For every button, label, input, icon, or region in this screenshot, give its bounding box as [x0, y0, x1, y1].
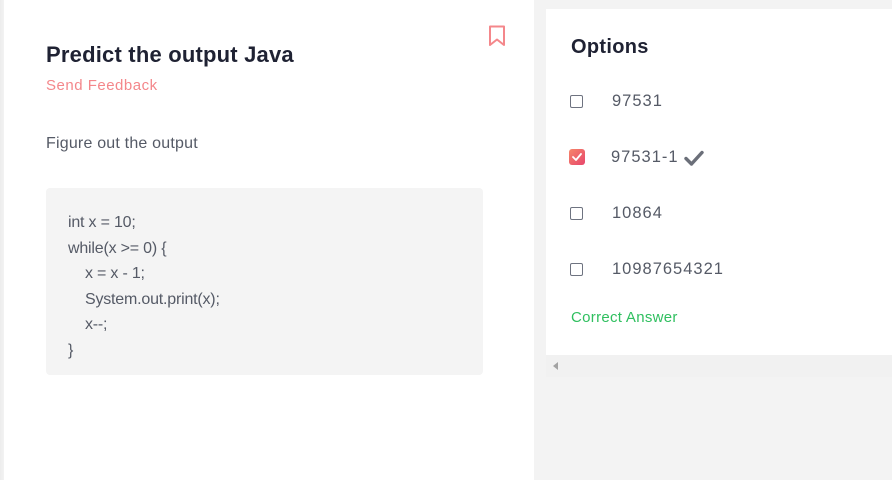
question-description: Figure out the output — [46, 135, 198, 152]
options-title: Options — [571, 36, 649, 58]
horizontal-scrollbar[interactable] — [546, 355, 892, 377]
question-panel: Predict the output Java Send Feedback Fi… — [4, 0, 534, 480]
code-block: int x = 10; while(x >= 0) { x = x - 1; S… — [46, 188, 483, 375]
option-checkbox[interactable] — [570, 206, 583, 220]
send-feedback-link[interactable]: Send Feedback — [46, 77, 158, 94]
option-item-2[interactable]: 97531-1 — [569, 145, 870, 169]
question-title: Predict the output Java — [46, 42, 294, 67]
option-label: 97531-1 — [611, 147, 679, 166]
bookmark-icon[interactable] — [488, 25, 506, 47]
option-label: 97531 — [612, 91, 663, 110]
checkmark-icon — [683, 150, 704, 166]
option-checkbox-checked[interactable] — [569, 149, 585, 165]
option-item-1[interactable]: 97531 — [570, 89, 870, 113]
option-label: 10864 — [612, 203, 663, 222]
scroll-left-arrow-icon[interactable] — [553, 362, 558, 370]
code-line: } — [68, 341, 74, 359]
options-panel: Options 97531 97531-1 10864 10987654321 … — [546, 9, 892, 355]
option-label: 10987654321 — [612, 259, 724, 278]
code-line: while(x >= 0) { — [68, 239, 167, 257]
checkbox-tick-icon — [572, 153, 582, 161]
code-line: int x = 10; — [68, 214, 136, 231]
option-checkbox[interactable] — [570, 94, 583, 108]
code-line: x = x - 1; — [68, 265, 145, 282]
code-line: x--; — [68, 316, 108, 333]
option-item-4[interactable]: 10987654321 — [570, 257, 870, 281]
code-line: System.out.print(x); — [68, 290, 220, 308]
option-checkbox[interactable] — [570, 262, 583, 276]
correct-answer-label: Correct Answer — [571, 309, 678, 326]
option-item-3[interactable]: 10864 — [570, 201, 870, 225]
